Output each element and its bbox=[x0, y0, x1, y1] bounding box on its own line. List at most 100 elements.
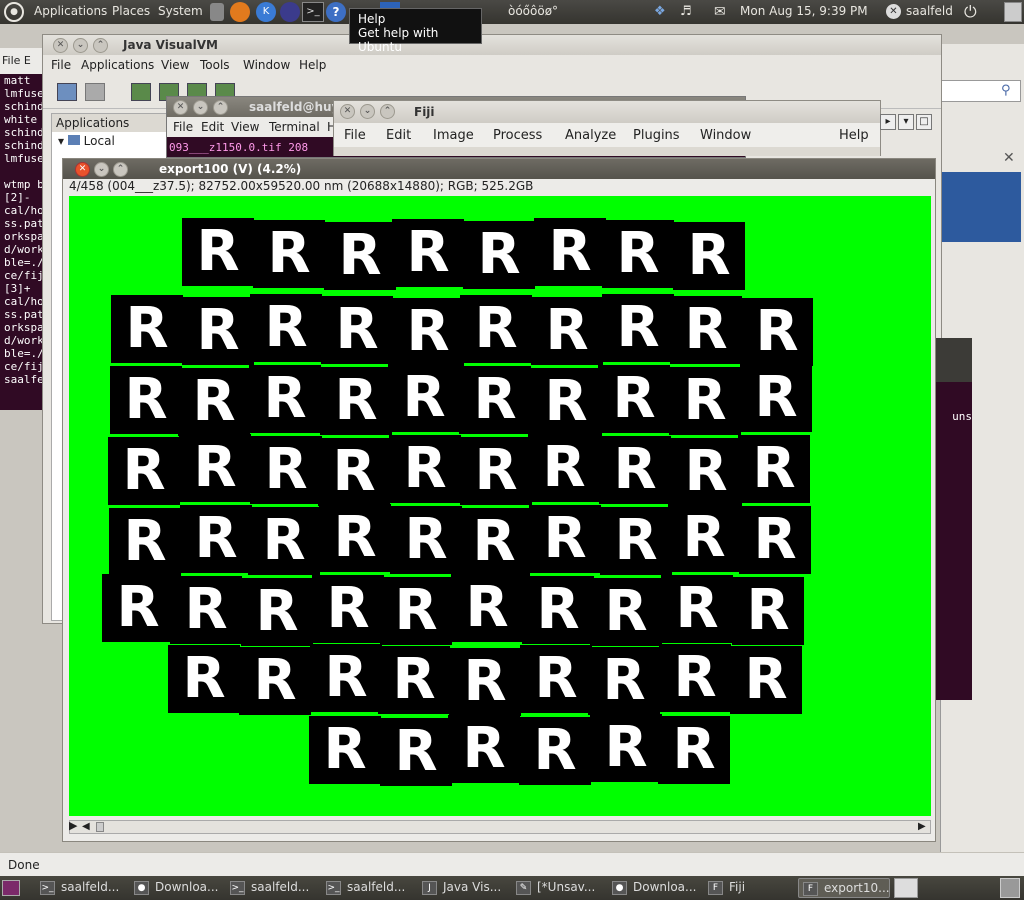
add-host-icon[interactable] bbox=[131, 83, 151, 101]
firefox-icon[interactable] bbox=[230, 2, 250, 22]
show-desktop-icon[interactable] bbox=[2, 880, 20, 896]
visualvm-titlebar[interactable]: ✕ ⌄ ⌃ Java VisualVM bbox=[43, 35, 941, 55]
blue-banner bbox=[941, 172, 1021, 242]
close-icon[interactable]: ✕ bbox=[1003, 150, 1015, 166]
scroll-left-icon[interactable]: ◀ bbox=[82, 821, 90, 832]
terminal-icon: >_ bbox=[230, 880, 245, 895]
image-tile: R bbox=[180, 505, 252, 573]
taskbar-item[interactable]: ● Downloa... bbox=[130, 878, 222, 898]
menu-help[interactable]: Help bbox=[839, 128, 869, 143]
tooltip-title: Help bbox=[358, 12, 386, 26]
taskbar-item[interactable]: ✎ [*Unsav... bbox=[512, 878, 604, 898]
menu-tools[interactable]: Tools bbox=[200, 58, 230, 72]
panel-end-icon[interactable] bbox=[1004, 2, 1022, 22]
taskbar-item[interactable]: Fexport10... bbox=[798, 878, 890, 898]
maximize-icon[interactable]: ⌃ bbox=[380, 104, 395, 119]
dropbox-icon[interactable]: ❖ bbox=[654, 4, 666, 19]
taskbar-item[interactable]: F Fiji bbox=[704, 878, 796, 898]
workspace-switcher[interactable] bbox=[894, 878, 918, 898]
menu-view[interactable]: View bbox=[161, 58, 189, 72]
minimize-icon[interactable]: ⌄ bbox=[193, 100, 208, 115]
menu-applications[interactable]: Applications bbox=[81, 58, 154, 72]
open-icon[interactable] bbox=[57, 83, 77, 101]
image-tile: R bbox=[519, 717, 591, 785]
top-panel: ● Applications Places System K >_ ? òóőô… bbox=[0, 0, 1024, 24]
fiji-titlebar[interactable]: ✕ ⌄ ⌃ Fiji bbox=[334, 101, 880, 123]
restore-icon[interactable]: □ bbox=[916, 114, 932, 130]
tree-expander-icon[interactable]: ▾ bbox=[58, 134, 68, 148]
maximize-icon[interactable]: ⌃ bbox=[213, 100, 228, 115]
menu-file[interactable]: File bbox=[344, 128, 366, 143]
volume-icon[interactable]: ♬ bbox=[680, 4, 692, 19]
menu-window[interactable]: Window bbox=[243, 58, 290, 72]
taskbar-item[interactable]: >_ saalfeld... bbox=[36, 878, 128, 898]
image-tile: R bbox=[529, 505, 601, 573]
ubuntu-logo-icon[interactable]: ● bbox=[4, 2, 24, 22]
close-icon[interactable]: ✕ bbox=[75, 162, 90, 177]
menu-places[interactable]: Places bbox=[112, 4, 150, 18]
minimize-icon[interactable]: ⌄ bbox=[73, 38, 88, 53]
menu-file[interactable]: File bbox=[173, 120, 193, 134]
terminal-back-menu-edit[interactable]: E bbox=[24, 54, 31, 67]
close-icon[interactable]: ✕ bbox=[340, 104, 355, 119]
menu-window[interactable]: Window bbox=[700, 128, 751, 143]
fiji-icon: F bbox=[803, 881, 818, 896]
tree-item-local[interactable]: ▾ Local bbox=[52, 132, 170, 150]
user-name[interactable]: saalfeld bbox=[906, 4, 953, 18]
terminal-icon[interactable]: >_ bbox=[302, 2, 324, 22]
scroll-right-icon[interactable]: ▶ bbox=[918, 821, 926, 832]
taskbar-item[interactable]: >_ saalfeld... bbox=[226, 878, 318, 898]
menu-system[interactable]: System bbox=[158, 4, 203, 18]
image-window-titlebar[interactable]: ✕ ⌄ ⌃ export100 (V) (4.2%) bbox=[63, 159, 935, 179]
menu-plugins[interactable]: Plugins bbox=[633, 128, 680, 143]
scroll-thumb[interactable] bbox=[96, 822, 104, 832]
menu-applications[interactable]: Applications bbox=[34, 4, 107, 18]
minimize-icon[interactable]: ⌄ bbox=[360, 104, 375, 119]
image-tile: R bbox=[458, 508, 530, 576]
taskbar-item[interactable]: ● Downloa... bbox=[608, 878, 700, 898]
image-tile: R bbox=[602, 294, 674, 362]
menu-terminal[interactable]: Terminal bbox=[269, 120, 320, 134]
user-status-icon[interactable]: ✕ bbox=[886, 4, 901, 19]
clock-tool-icon[interactable] bbox=[210, 3, 224, 21]
close-icon[interactable]: ✕ bbox=[53, 38, 68, 53]
taskbar-item[interactable]: >_ saalfeld... bbox=[322, 878, 414, 898]
mail-icon[interactable]: ✉ bbox=[714, 4, 726, 20]
image-tile: R bbox=[740, 364, 812, 432]
next-page-icon[interactable]: ▸ bbox=[880, 114, 896, 130]
horizontal-scrollbar[interactable]: ◀ ▶ bbox=[69, 820, 931, 834]
menu-process[interactable]: Process bbox=[493, 128, 542, 143]
save-icon[interactable] bbox=[85, 83, 105, 101]
search-icon[interactable]: ⚲ bbox=[1001, 83, 1017, 99]
menu-image[interactable]: Image bbox=[433, 128, 474, 143]
maximize-icon[interactable]: ⌃ bbox=[93, 38, 108, 53]
image-tile: R bbox=[669, 367, 741, 435]
dropdown-icon[interactable]: ▾ bbox=[898, 114, 914, 130]
terminal-front-output: 093___z1150.0.tif 208 bbox=[169, 141, 309, 154]
maximize-icon[interactable]: ⌃ bbox=[113, 162, 128, 177]
image-canvas[interactable]: RRRRRRRRRRRRRRRRRRRRRRRRRRRRRRRRRRRRRRRR… bbox=[69, 196, 931, 816]
menu-file[interactable]: File bbox=[51, 58, 71, 72]
minimize-icon[interactable]: ⌄ bbox=[94, 162, 109, 177]
clock-datetime[interactable]: Mon Aug 15, 9:39 PM bbox=[740, 4, 868, 18]
menu-help[interactable]: Help bbox=[299, 58, 326, 72]
fiji-window: ✕ ⌄ ⌃ Fiji File Edit Image Process Analy… bbox=[333, 100, 881, 156]
background-window-right-lower: uns bbox=[932, 338, 972, 700]
power-icon[interactable]: ⏻ bbox=[964, 2, 977, 22]
terminal-back-menu-file[interactable]: File bbox=[2, 54, 20, 67]
menu-analyze[interactable]: Analyze bbox=[565, 128, 616, 143]
help-icon[interactable]: ? bbox=[326, 2, 346, 22]
eclipse-icon[interactable] bbox=[280, 2, 300, 22]
close-icon[interactable]: ✕ bbox=[173, 100, 188, 115]
menu-edit[interactable]: Edit bbox=[201, 120, 224, 134]
taskbar-item[interactable]: J Java Vis... bbox=[418, 878, 510, 898]
image-tile: R bbox=[670, 296, 742, 364]
image-tile: R bbox=[390, 506, 462, 574]
image-tile: R bbox=[673, 222, 745, 290]
menu-view[interactable]: View bbox=[231, 120, 259, 134]
applications-tab[interactable]: Applications bbox=[52, 114, 170, 132]
play-stack-icon[interactable]: ▶ bbox=[69, 819, 77, 832]
kde-icon[interactable]: K bbox=[256, 2, 276, 22]
trash-icon[interactable] bbox=[1000, 878, 1020, 898]
menu-edit[interactable]: Edit bbox=[386, 128, 411, 143]
